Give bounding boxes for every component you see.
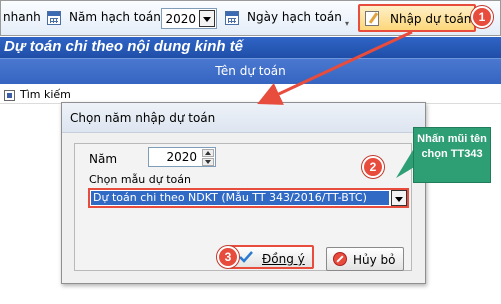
dialog-title: Chọn năm nhập dự toán — [70, 111, 216, 125]
year-select[interactable]: 2020 — [161, 8, 217, 29]
spin-up-icon[interactable] — [202, 149, 214, 157]
cancel-button-label: Hủy bỏ — [353, 253, 396, 267]
column-header[interactable]: Tên dự toán — [0, 58, 501, 84]
calendar-icon — [225, 11, 239, 25]
instruction-callout: Nhấn mũi tên chọn TT343 — [413, 127, 491, 183]
year-select-value: 2020 — [165, 12, 196, 26]
chevron-down-icon[interactable] — [391, 190, 407, 206]
page-title: Dự toán chi theo nội dung kinh tế — [4, 38, 244, 55]
cancel-button[interactable]: Hủy bỏ — [326, 247, 404, 271]
edit-icon — [365, 11, 379, 26]
spin-down-icon[interactable] — [202, 158, 214, 166]
dialog-title-bar[interactable]: Chọn năm nhập dự toán — [62, 103, 425, 133]
ok-button-label: Đồng ý — [262, 252, 305, 266]
nhap-du-toan-label: Nhập dự toán — [390, 12, 472, 26]
step-badge-2: 2 — [362, 156, 384, 178]
year-spinner[interactable]: 2020 — [148, 147, 216, 167]
template-select[interactable]: Dự toán chi theo NDKT (Mẫu TT 343/2016/T… — [88, 188, 409, 208]
search-toggle-icon[interactable] — [4, 90, 15, 101]
ok-button[interactable]: Đồng ý — [229, 245, 314, 269]
cancel-icon — [333, 252, 347, 266]
column-header-label: Tên dự toán — [215, 64, 286, 78]
chevron-down-icon[interactable] — [199, 10, 215, 27]
toolbar-left-text[interactable]: nhanh — [3, 10, 41, 24]
step-badge-3: 3 — [217, 246, 239, 268]
calendar-icon — [47, 11, 61, 25]
step-badge-1: 1 — [471, 6, 493, 28]
toolbar: nhanh Năm hạch toán 2020 Ngày hạch toán … — [0, 0, 501, 36]
template-label: Chọn mẫu dự toán — [89, 173, 191, 186]
dialog-body: Năm 2020 Chọn mẫu dự toán Dự toán chi th… — [74, 143, 412, 271]
template-select-value: Dự toán chi theo NDKT (Mẫu TT 343/2016/T… — [91, 191, 389, 205]
page-title-bar: Dự toán chi theo nội dung kinh tế — [0, 37, 501, 58]
toolbar-overflow[interactable] — [345, 5, 353, 33]
check-icon — [239, 251, 253, 263]
search-label: Tìm kiếm — [20, 88, 71, 101]
nhap-du-toan-button[interactable]: Nhập dự toán — [358, 4, 476, 32]
dialog-year-label: Năm — [89, 152, 118, 166]
year-label: Năm hạch toán — [69, 10, 161, 24]
posting-date-label: Ngày hạch toán — [247, 10, 342, 24]
select-year-dialog: Chọn năm nhập dự toán Năm 2020 Chọn mẫu … — [61, 102, 426, 284]
year-spinner-value: 2020 — [166, 150, 197, 164]
